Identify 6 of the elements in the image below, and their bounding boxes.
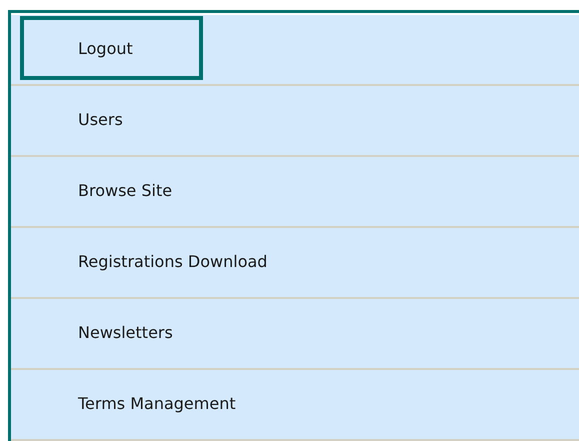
menu-item[interactable]: Logout [20,16,203,80]
menu-item[interactable]: Browse Site [20,158,242,222]
menu-item[interactable]: Users [20,87,193,151]
menu-item[interactable]: Terms Management [20,371,306,435]
menu-item[interactable]: Registrations Download [20,229,338,293]
menu-item[interactable]: Newsletters [20,300,243,364]
